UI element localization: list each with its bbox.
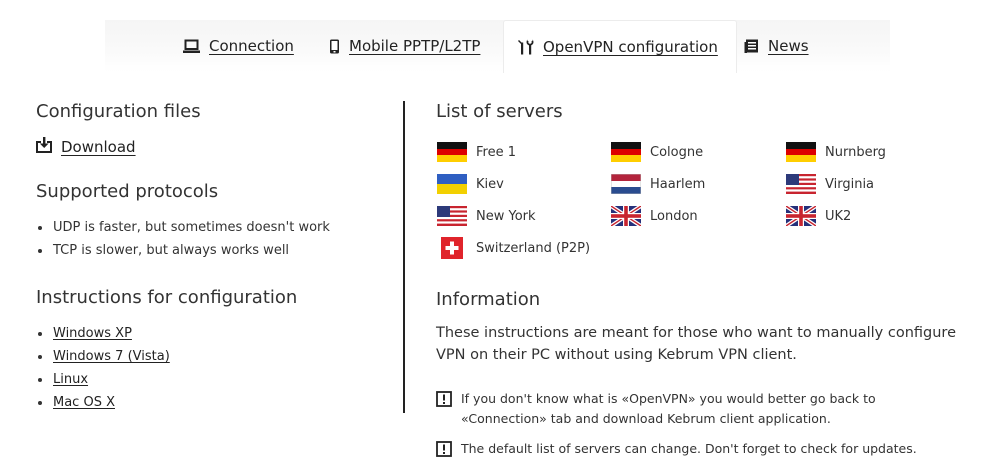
download-label: Download <box>61 138 136 156</box>
laptop-icon <box>183 39 200 54</box>
list-item: TCP is slower, but always works well <box>36 239 330 262</box>
flag-uk-icon <box>786 206 816 226</box>
server-name: Cologne <box>650 144 704 160</box>
flag-ukraine-icon <box>437 174 467 194</box>
server-name: Switzerland (P2P) <box>476 240 591 256</box>
list-item: Windows XP <box>36 322 170 345</box>
information-heading: Information <box>436 289 541 310</box>
download-link[interactable]: Download <box>36 137 136 157</box>
information-text: These instructions are meant for those w… <box>436 325 956 363</box>
server-name: New York <box>476 208 536 224</box>
warning-icon <box>436 391 452 429</box>
list-item: Windows 7 (Vista) <box>36 345 170 368</box>
list-item: Mac OS X <box>36 391 170 414</box>
server-switzerland: Switzerland (P2P) <box>441 232 590 264</box>
server-newyork: New York <box>437 200 536 232</box>
instruction-link-win7[interactable]: Windows 7 (Vista) <box>53 349 170 364</box>
tools-icon <box>517 39 534 55</box>
tab-news-label: News <box>768 37 809 55</box>
server-london: London <box>611 200 698 232</box>
list-item: Linux <box>36 368 170 391</box>
tab-connection[interactable]: Connection <box>183 20 294 72</box>
config-files-heading: Configuration files <box>36 101 201 122</box>
tab-bar: Connection Mobile PPTP/L2TP OpenVPN conf… <box>105 20 890 73</box>
server-cologne: Cologne <box>611 136 703 168</box>
flag-usa-icon <box>437 206 467 226</box>
server-name: Kiev <box>476 176 504 192</box>
tab-openvpn[interactable]: OpenVPN configuration <box>503 20 737 73</box>
list-item: UDP is faster, but sometimes doesn't wor… <box>36 216 330 239</box>
flag-switzerland-icon <box>441 237 463 259</box>
tab-openvpn-label: OpenVPN configuration <box>543 38 718 56</box>
tab-connection-label: Connection <box>209 37 294 55</box>
note-openvpn: If you don't know what is «OpenVPN» you … <box>436 389 956 429</box>
protocols-list: UDP is faster, but sometimes doesn't wor… <box>36 216 330 262</box>
tab-mobile[interactable]: Mobile PPTP/L2TP <box>329 20 480 72</box>
instructions-list: Windows XP Windows 7 (Vista) Linux Mac O… <box>36 322 170 414</box>
flag-germany-icon <box>437 142 467 162</box>
server-name: UK2 <box>825 208 852 224</box>
tab-news[interactable]: News <box>744 20 809 72</box>
server-list: Free 1 Cologne Nurnberg Kiev Haarlem Vir… <box>437 136 977 266</box>
flag-netherlands-icon <box>611 174 641 194</box>
server-virginia: Virginia <box>786 168 874 200</box>
server-name: Virginia <box>825 176 875 192</box>
warning-icon <box>436 441 452 463</box>
supported-protocols-heading: Supported protocols <box>36 181 219 202</box>
flag-germany-icon <box>786 142 816 162</box>
download-icon <box>36 137 52 157</box>
flag-germany-icon <box>611 142 641 162</box>
server-name: Free 1 <box>476 144 516 160</box>
server-nurnberg: Nurnberg <box>786 136 886 168</box>
note-servers: The default list of servers can change. … <box>436 439 956 463</box>
column-divider <box>403 101 405 413</box>
tab-mobile-label: Mobile PPTP/L2TP <box>349 37 481 55</box>
server-name: London <box>650 208 698 224</box>
note-text: If you don't know what is «OpenVPN» you … <box>461 391 876 426</box>
server-kiev: Kiev <box>437 168 504 200</box>
note-text: The default list of servers can change. … <box>461 441 917 456</box>
server-name: Haarlem <box>650 176 706 192</box>
instruction-link-winxp[interactable]: Windows XP <box>53 326 132 341</box>
phone-icon <box>329 39 340 54</box>
flag-uk-icon <box>611 206 641 226</box>
server-free1: Free 1 <box>437 136 516 168</box>
server-name: Nurnberg <box>825 144 886 160</box>
newspaper-icon <box>744 39 759 54</box>
server-uk2: UK2 <box>786 200 851 232</box>
flag-usa-icon <box>786 174 816 194</box>
server-haarlem: Haarlem <box>611 168 705 200</box>
instruction-link-macos[interactable]: Mac OS X <box>53 395 115 410</box>
instruction-link-linux[interactable]: Linux <box>53 372 88 387</box>
instructions-heading: Instructions for configuration <box>36 287 298 308</box>
servers-heading: List of servers <box>436 101 563 122</box>
